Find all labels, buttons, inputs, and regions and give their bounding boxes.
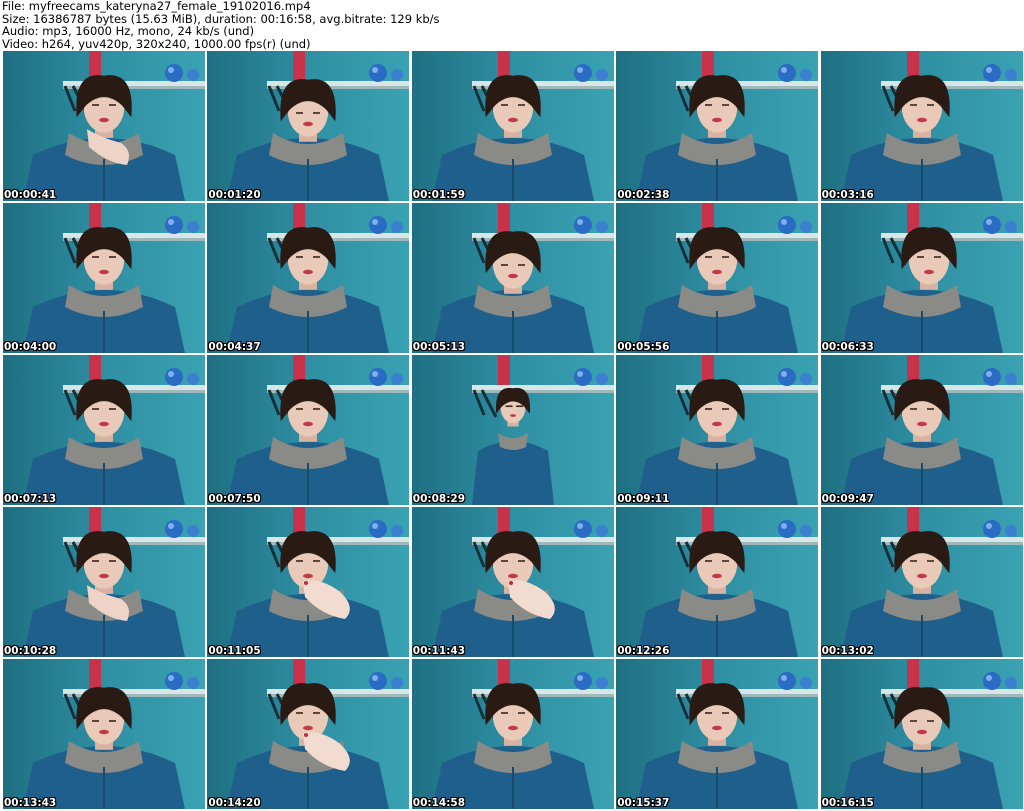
video-thumbnail: 00:09:11 [616,355,819,505]
file-name-line: File: myfreecams_kateryna27_female_19102… [2,0,311,13]
timestamp-label: 00:05:56 [617,341,670,353]
timestamp-label: 00:04:37 [208,341,261,353]
video-frame-image [3,203,205,353]
video-frame-image [616,659,819,809]
timestamp-label: 00:06:33 [821,341,874,353]
video-thumbnail: 00:00:41 [3,51,205,201]
video-frame-image [616,51,819,201]
timestamp-label: 00:01:20 [208,189,261,201]
video-thumbnail: 00:01:20 [207,51,410,201]
video-thumbnail: 00:14:20 [207,659,410,809]
video-thumbnail: 00:15:37 [616,659,819,809]
video-frame-image [616,203,819,353]
video-frame-image [820,507,1023,657]
video-thumbnail: 00:08:29 [411,355,614,505]
video-frame-image [820,355,1023,505]
timestamp-label: 00:09:11 [617,493,670,505]
video-frame-image [616,507,819,657]
video-frame-image [207,355,410,505]
timestamp-label: 00:05:13 [412,341,466,353]
video-thumbnail: 00:13:02 [820,507,1023,657]
video-thumbnail: 00:04:37 [207,203,410,353]
timestamp-label: 00:11:43 [412,645,466,657]
video-thumbnail: 00:09:47 [820,355,1023,505]
video-frame-image [820,659,1023,809]
video-thumbnail: 00:03:16 [820,51,1023,201]
timestamp-label: 00:10:28 [4,645,57,657]
timestamp-label: 00:12:26 [617,645,670,657]
video-thumbnail: 00:16:15 [820,659,1023,809]
video-frame-image [207,659,410,809]
video-frame-image [411,51,614,201]
video-info-line: Video: h264, yuv420p, 320x240, 1000.00 f… [2,36,311,51]
video-thumbnail: 00:06:33 [820,203,1023,353]
timestamp-label: 00:14:20 [208,797,261,809]
timestamp-label: 00:00:41 [4,189,57,201]
timestamp-label: 00:14:58 [412,797,466,809]
video-frame-image [207,507,410,657]
video-thumbnail: 00:05:13 [411,203,614,353]
video-frame-image [411,355,614,505]
timestamp-label: 00:11:05 [208,645,261,657]
video-thumbnail: 00:11:43 [411,507,614,657]
timestamp-label: 00:07:13 [4,493,57,505]
video-thumbnail: 00:12:26 [616,507,819,657]
timestamp-label: 00:03:16 [821,189,874,201]
video-thumbnail: 00:02:38 [616,51,819,201]
timestamp-label: 00:15:37 [617,797,670,809]
video-thumbnail: 00:13:43 [3,659,205,809]
video-thumbnail: 00:07:50 [207,355,410,505]
timestamp-label: 00:02:38 [617,189,670,201]
timestamp-label: 00:01:59 [412,189,466,201]
video-thumbnail: 00:14:58 [411,659,614,809]
video-thumbnail: 00:01:59 [411,51,614,201]
video-frame-image [820,51,1023,201]
timestamp-label: 00:16:15 [821,797,874,809]
timestamp-label: 00:08:29 [412,493,466,505]
video-frame-image [207,51,410,201]
video-frame-image [3,355,205,505]
file-info-header: File: myfreecams_kateryna27_female_19102… [2,0,1022,50]
video-thumbnail: 00:04:00 [3,203,205,353]
thumbnail-grid: 00:00:41 00:01:20 00:01:59 00:02:38 00:03:16… [3,51,1023,811]
video-frame-image [820,203,1023,353]
video-frame-image [411,659,614,809]
video-frame-image [3,659,205,809]
video-thumbnail: 00:07:13 [3,355,205,505]
video-frame-image [411,507,614,657]
timestamp-label: 00:07:50 [208,493,261,505]
video-frame-image [3,51,205,201]
video-thumbnail: 00:11:05 [207,507,410,657]
video-frame-image [207,203,410,353]
timestamp-label: 00:13:43 [4,797,57,809]
video-frame-image [411,203,614,353]
timestamp-label: 00:13:02 [821,645,874,657]
video-thumbnail: 00:05:56 [616,203,819,353]
video-thumbnail: 00:10:28 [3,507,205,657]
timestamp-label: 00:04:00 [4,341,57,353]
video-frame-image [3,507,205,657]
audio-info-line: Audio: mp3, 16000 Hz, mono, 24 kb/s (und… [2,24,255,38]
video-frame-image [616,355,819,505]
timestamp-label: 00:09:47 [821,493,874,505]
